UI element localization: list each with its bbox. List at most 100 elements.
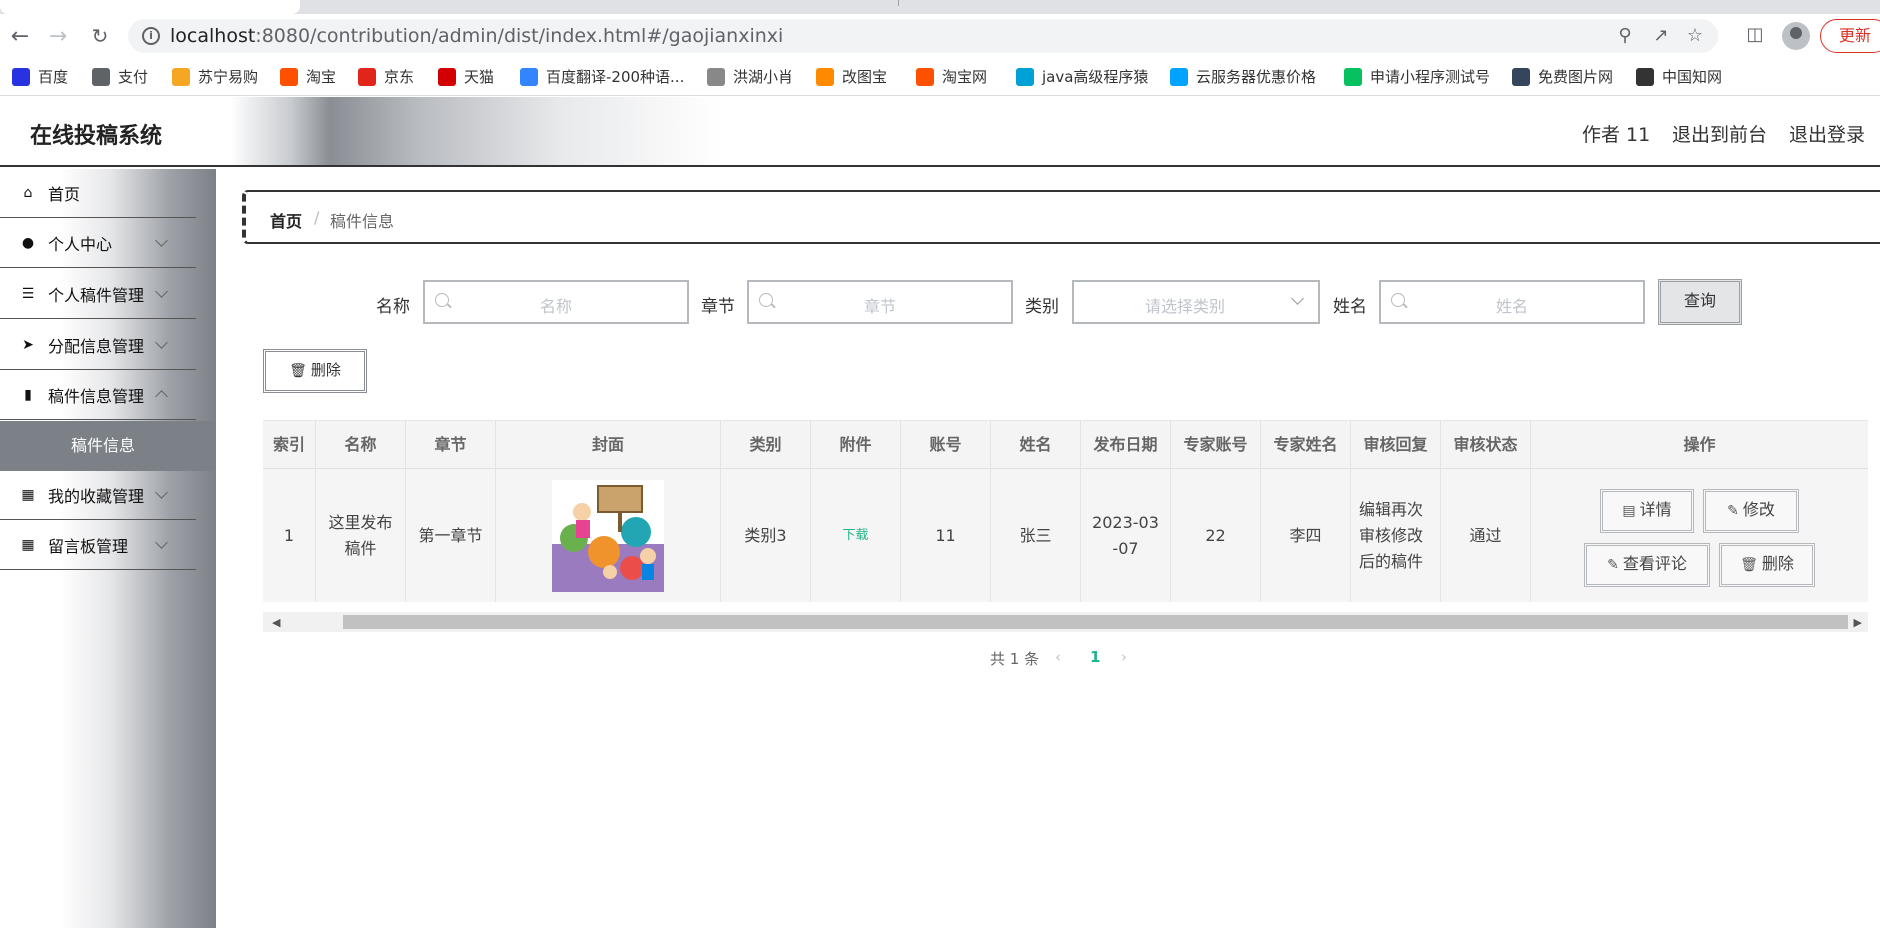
- person-search-input[interactable]: 姓名: [1379, 280, 1645, 324]
- category-placeholder: 请选择类别: [1144, 297, 1225, 316]
- share-icon[interactable]: ↗: [1650, 25, 1672, 47]
- row-delete-button[interactable]: 🗑 删除: [1719, 543, 1815, 587]
- cloud-icon: [1170, 67, 1188, 86]
- sidebar-item-assignment[interactable]: ➤ 分配信息管理: [0, 321, 196, 370]
- horizontal-scrollbar[interactable]: ◀ ▶: [263, 612, 1868, 632]
- sidebar-subitem-manuscript-info[interactable]: 稿件信息: [0, 421, 216, 471]
- sidebar-item-label: 分配信息管理: [48, 337, 145, 356]
- scroll-right-arrow-icon[interactable]: ▶: [1854, 616, 1862, 629]
- person-placeholder: 姓名: [1495, 297, 1528, 316]
- list-icon: ☰: [21, 286, 35, 302]
- bookmark-item[interactable]: 苏宁易购: [172, 66, 258, 87]
- bookmark-label: 京东: [384, 68, 415, 86]
- bookmark-label: 洪湖小肖: [733, 68, 794, 86]
- page-number[interactable]: 1: [1090, 648, 1100, 666]
- baidu-icon: [12, 67, 30, 86]
- reload-icon[interactable]: ↻: [86, 22, 114, 50]
- bookmark-item[interactable]: 免费图片网: [1512, 66, 1613, 87]
- prev-page-icon[interactable]: ‹: [1055, 648, 1061, 666]
- view-comments-button[interactable]: ✎ 查看评论: [1584, 543, 1710, 587]
- cell-chapter: 第一章节: [406, 469, 496, 602]
- query-button[interactable]: 查询: [1658, 279, 1742, 325]
- update-button[interactable]: 更新: [1820, 19, 1880, 53]
- sidebar-item-home[interactable]: ⌂ 首页: [0, 169, 196, 218]
- bookmark-item[interactable]: 淘宝网: [916, 66, 987, 87]
- row-delete-label: 删除: [1761, 554, 1794, 573]
- column-header: 专家账号: [1171, 421, 1261, 469]
- active-tab[interactable]: [0, 0, 300, 14]
- bookmark-label: 改图宝: [842, 68, 888, 86]
- bookmark-item[interactable]: 京东: [358, 66, 414, 87]
- bookmarks-bar: 百度 支付 苏宁易购 淘宝 京东 天猫 百度翻译-200种语... 洪湖小肖 改图宝 淘宝网 jav…: [0, 58, 1880, 96]
- bookmark-item[interactable]: 百度: [12, 66, 68, 87]
- gaitubao-icon: [816, 67, 834, 86]
- table-header: 索引 名称 章节 封面 类别 附件 账号 姓名 发布日期 专家账号 专家姓名 审…: [263, 421, 1868, 469]
- bulk-delete-button[interactable]: 🗑 删除: [263, 349, 367, 393]
- bookmark-item[interactable]: 天猫: [438, 66, 494, 87]
- sidebar-item-label: 首页: [48, 185, 81, 204]
- bookmark-item[interactable]: 改图宝: [816, 66, 887, 87]
- profile-avatar-icon[interactable]: [1782, 22, 1810, 50]
- bookmark-label: 天猫: [464, 68, 495, 86]
- bookmark-item[interactable]: 淘宝: [280, 66, 336, 87]
- cell-attachment: 下载: [811, 469, 901, 602]
- bookmark-item[interactable]: 中国知网: [1636, 66, 1722, 87]
- column-header: 索引: [263, 421, 316, 469]
- column-header: 类别: [721, 421, 811, 469]
- side-panel-icon[interactable]: ◫: [1740, 20, 1770, 50]
- bookmark-item[interactable]: 洪湖小肖: [707, 66, 793, 87]
- next-page-icon[interactable]: ›: [1121, 648, 1127, 666]
- edit-button[interactable]: ✎ 修改: [1703, 489, 1799, 533]
- sidebar-item-personal-center[interactable]: ● 个人中心: [0, 219, 196, 268]
- sidebar-item-favorites[interactable]: ▦ 我的收藏管理: [0, 471, 196, 520]
- name-search-input[interactable]: 名称: [423, 280, 689, 324]
- bookmark-label: 支付: [118, 68, 149, 86]
- download-link[interactable]: 下载: [842, 523, 868, 549]
- column-header: 名称: [316, 421, 406, 469]
- globe-icon: [92, 67, 110, 86]
- column-header: 附件: [811, 421, 901, 469]
- bookmark-item[interactable]: 申请小程序测试号: [1344, 66, 1490, 87]
- app-header: 在线投稿系统 作者 11 退出到前台 退出登录: [0, 97, 1880, 167]
- name-placeholder: 名称: [539, 297, 572, 316]
- scroll-left-arrow-icon[interactable]: ◀: [272, 616, 280, 629]
- current-user: 作者 11: [1582, 124, 1651, 146]
- bookmark-item[interactable]: 支付: [92, 66, 148, 87]
- forward-arrow-icon[interactable]: →: [44, 22, 72, 50]
- column-header: 专家姓名: [1261, 421, 1351, 469]
- cell-operations: ▤ 详情 ✎ 修改 ✎ 查看评论 🗑 删除: [1531, 469, 1868, 602]
- breadcrumb-current: 稿件信息: [330, 212, 395, 231]
- cell-index: 1: [263, 469, 316, 602]
- bulk-delete-label: 删除: [310, 361, 341, 379]
- sidebar-item-message-board[interactable]: ▦ 留言板管理: [0, 521, 196, 570]
- wechat-icon: [1344, 67, 1362, 86]
- bookmark-item[interactable]: 百度翻译-200种语...: [520, 66, 684, 87]
- cover-image[interactable]: [552, 479, 664, 592]
- bookmark-star-icon[interactable]: ☆: [1684, 25, 1706, 47]
- sidebar-item-label: 留言板管理: [48, 537, 129, 556]
- address-bar[interactable]: i localhost:8080/contribution/admin/dist…: [128, 19, 1718, 53]
- cell-status: 通过: [1441, 469, 1531, 602]
- logout-link[interactable]: 退出登录: [1789, 120, 1865, 147]
- url-text[interactable]: localhost:8080/contribution/admin/dist/i…: [170, 25, 783, 47]
- chapter-search-input[interactable]: 章节: [747, 280, 1013, 324]
- cell-category: 类别3: [721, 469, 811, 602]
- bookmark-item[interactable]: 云服务器优惠价格: [1170, 66, 1316, 87]
- breadcrumb-home[interactable]: 首页: [270, 208, 302, 232]
- sidebar-item-manuscript-info[interactable]: ▮ 稿件信息管理: [0, 371, 196, 420]
- column-header: 封面: [496, 421, 721, 469]
- browser-toolbar: ← → ↻ i localhost:8080/contribution/admi…: [0, 14, 1880, 58]
- exit-to-front-link[interactable]: 退出到前台: [1672, 120, 1767, 147]
- tmall-icon: [438, 67, 456, 86]
- cell-cover: [496, 469, 721, 602]
- back-arrow-icon[interactable]: ←: [6, 22, 34, 50]
- scrollbar-thumb[interactable]: [343, 615, 1848, 629]
- bookmark-item[interactable]: java高级程序猿: [1016, 66, 1148, 87]
- sidebar-item-personal-manuscripts[interactable]: ☰ 个人稿件管理: [0, 270, 196, 319]
- detail-button[interactable]: ▤ 详情: [1600, 489, 1694, 533]
- bookmark-label: 淘宝网: [942, 68, 988, 86]
- zoom-icon[interactable]: ⚲: [1614, 25, 1636, 47]
- grid-icon: ▦: [21, 487, 35, 503]
- category-select[interactable]: 请选择类别: [1072, 280, 1320, 324]
- site-info-icon[interactable]: i: [142, 27, 160, 45]
